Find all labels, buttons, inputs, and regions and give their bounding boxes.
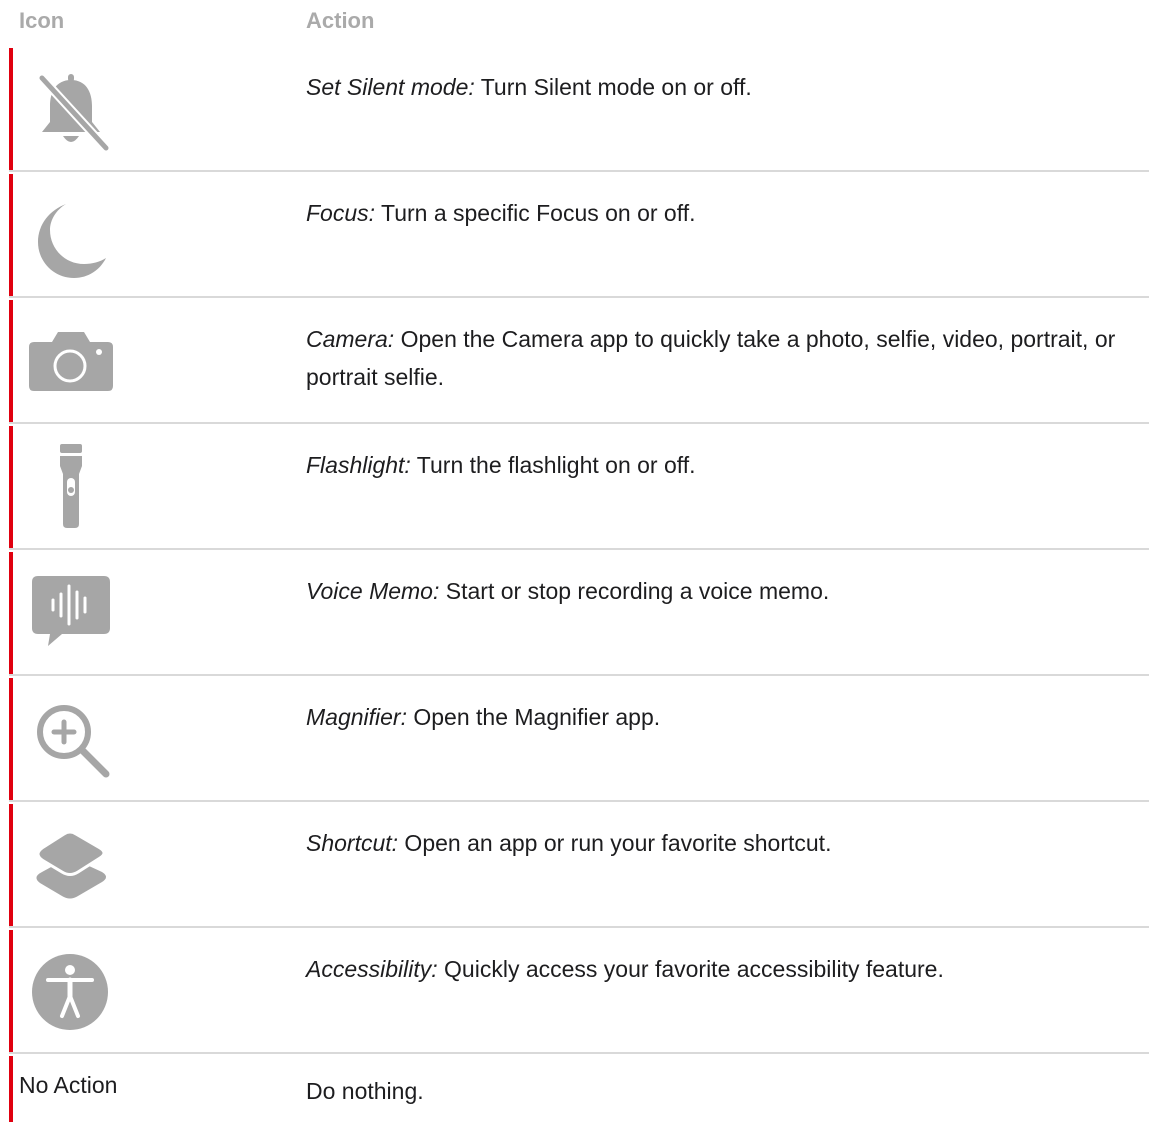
row-accent-bar bbox=[9, 804, 13, 928]
row-term: Flashlight: bbox=[306, 452, 411, 478]
row-description: Set Silent mode: Turn Silent mode on or … bbox=[306, 68, 1146, 106]
row-text: Turn a specific Focus on or off. bbox=[375, 200, 696, 226]
row-term: Voice Memo: bbox=[306, 578, 440, 604]
row-accent-bar bbox=[9, 930, 13, 1054]
table-row: Shortcut: Open an app or run your favori… bbox=[0, 802, 1149, 928]
row-description: Accessibility: Quickly access your favor… bbox=[306, 950, 1146, 988]
row-term: Magnifier: bbox=[306, 704, 407, 730]
row-description: Magnifier: Open the Magnifier app. bbox=[306, 698, 1146, 736]
shortcut-icon bbox=[26, 822, 116, 912]
row-text: Open the Magnifier app. bbox=[406, 704, 661, 730]
accessibility-icon bbox=[26, 948, 116, 1038]
row-text: Quickly access your favorite accessibili… bbox=[437, 956, 944, 982]
row-description: Focus: Turn a specific Focus on or off. bbox=[306, 194, 1146, 232]
table-row: Set Silent mode: Turn Silent mode on or … bbox=[0, 46, 1149, 172]
row-accent-bar bbox=[9, 1056, 13, 1122]
row-text: Open the Camera app to quickly take a ph… bbox=[306, 326, 1116, 390]
table-row: Magnifier: Open the Magnifier app. bbox=[0, 676, 1149, 802]
row-term: Set Silent mode: bbox=[306, 74, 475, 100]
row-text: Turn the flashlight on or off. bbox=[410, 452, 696, 478]
row-description: Camera: Open the Camera app to quickly t… bbox=[306, 320, 1146, 396]
row-accent-bar bbox=[9, 426, 13, 550]
row-description: Do nothing. bbox=[306, 1072, 1146, 1110]
table-row: Camera: Open the Camera app to quickly t… bbox=[0, 298, 1149, 424]
table-row: Accessibility: Quickly access your favor… bbox=[0, 928, 1149, 1054]
row-description: Voice Memo: Start or stop recording a vo… bbox=[306, 572, 1146, 610]
row-term: Camera: bbox=[306, 326, 395, 352]
row-text: Turn Silent mode on or off. bbox=[474, 74, 752, 100]
table-row: Voice Memo: Start or stop recording a vo… bbox=[0, 550, 1149, 676]
row-term: Shortcut: bbox=[306, 830, 399, 856]
table-row: No Action Do nothing. bbox=[0, 1054, 1149, 1132]
voice-memo-icon bbox=[26, 570, 116, 660]
action-column-header: Action bbox=[306, 8, 375, 33]
silent-mode-icon bbox=[26, 66, 116, 156]
table-header: Icon Action bbox=[0, 0, 1149, 42]
no-action-label: No Action bbox=[19, 1072, 118, 1098]
row-accent-bar bbox=[9, 48, 13, 172]
camera-icon bbox=[26, 318, 116, 408]
row-description: Shortcut: Open an app or run your favori… bbox=[306, 824, 1146, 862]
row-text: Start or stop recording a voice memo. bbox=[439, 578, 830, 604]
row-text: Do nothing. bbox=[306, 1078, 424, 1104]
row-description: Flashlight: Turn the flashlight on or of… bbox=[306, 446, 1146, 484]
row-term: Focus: bbox=[306, 200, 376, 226]
focus-moon-icon bbox=[26, 192, 116, 282]
row-accent-bar bbox=[9, 300, 13, 424]
row-accent-bar bbox=[9, 678, 13, 802]
row-accent-bar bbox=[9, 552, 13, 676]
icon-column-header: Icon bbox=[19, 8, 65, 33]
magnifier-icon bbox=[26, 696, 116, 786]
row-term: Accessibility: bbox=[306, 956, 438, 982]
table-row: Flashlight: Turn the flashlight on or of… bbox=[0, 424, 1149, 550]
flashlight-icon bbox=[26, 444, 116, 534]
row-text: Open an app or run your favorite shortcu… bbox=[398, 830, 832, 856]
table-row: Focus: Turn a specific Focus on or off. bbox=[0, 172, 1149, 298]
action-table: Set Silent mode: Turn Silent mode on or … bbox=[0, 46, 1149, 1132]
row-accent-bar bbox=[9, 174, 13, 298]
